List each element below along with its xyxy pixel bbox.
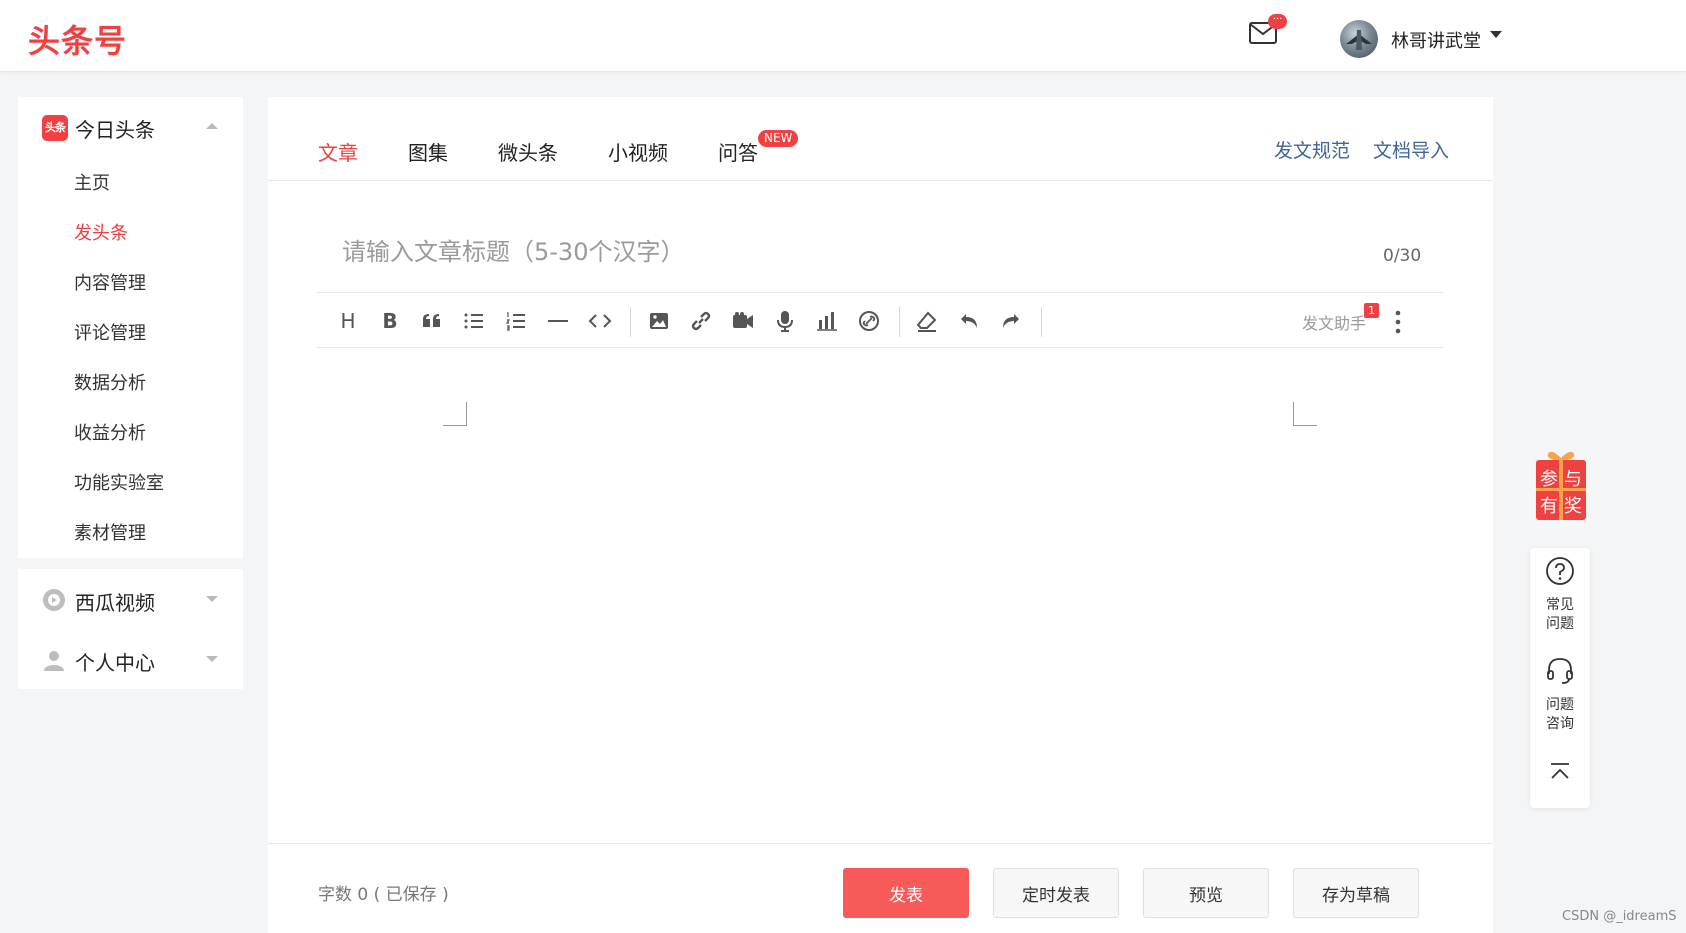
- redo-icon[interactable]: [999, 309, 1023, 333]
- chevron-down-icon[interactable]: [1490, 31, 1502, 38]
- gift-text: 奖: [1564, 496, 1582, 517]
- user-name[interactable]: 林哥讲武堂: [1391, 27, 1481, 53]
- undo-icon[interactable]: [957, 309, 981, 333]
- tab-short-video[interactable]: 小视频: [608, 137, 668, 166]
- consult-label[interactable]: 问题 咨询: [1530, 696, 1590, 734]
- sidebar-item-home[interactable]: 主页: [74, 169, 110, 195]
- preview-button[interactable]: 预览: [1143, 868, 1269, 918]
- video-icon[interactable]: [731, 309, 755, 333]
- sidebar-group-xigua[interactable]: 西瓜视频: [18, 580, 243, 620]
- mail-badge: ···: [1268, 14, 1287, 29]
- gift-promo[interactable]: 参 与 有 奖: [1534, 448, 1588, 522]
- sidebar-group-label: 个人中心: [75, 651, 155, 675]
- sidebar-group-toutiao[interactable]: 头条 今日头条: [18, 107, 243, 147]
- toolbar-divider: [899, 307, 900, 337]
- sidebar-item-content[interactable]: 内容管理: [74, 269, 146, 295]
- title-input[interactable]: [342, 232, 1302, 272]
- sidebar-item-material[interactable]: 素材管理: [74, 519, 146, 545]
- sidebar-main-group: 头条 今日头条 主页 发头条 内容管理 评论管理 数据分析 收益分析 功能实验室…: [18, 97, 243, 558]
- word-count-status: 字数 0 ( 已保存 ): [318, 885, 449, 905]
- toutiao-icon: 头条: [42, 115, 68, 141]
- new-badge: NEW: [758, 130, 799, 147]
- avatar-image: [1346, 30, 1372, 50]
- sidebar-group-personal[interactable]: 个人中心: [18, 640, 243, 680]
- schedule-publish-button[interactable]: 定时发表: [993, 868, 1119, 918]
- tab-qa[interactable]: 问答: [718, 137, 758, 166]
- quote-icon[interactable]: [420, 309, 444, 333]
- content-area-corner: [443, 402, 467, 426]
- headset-icon[interactable]: [1545, 656, 1575, 686]
- tab-micro-post[interactable]: 微头条: [498, 137, 558, 166]
- sidebar-item-publish[interactable]: 发头条: [74, 219, 128, 245]
- microphone-icon[interactable]: [773, 309, 797, 333]
- gift-text: 参: [1540, 469, 1558, 490]
- publish-button[interactable]: 发表: [843, 868, 969, 918]
- numbered-list-icon[interactable]: [504, 309, 528, 333]
- editor-footer: 字数 0 ( 已保存 ) 发表 定时发表 预览 存为草稿: [268, 843, 1493, 933]
- sidebar-secondary-group: 西瓜视频 个人中心: [18, 569, 243, 689]
- eraser-icon[interactable]: [915, 309, 939, 333]
- sidebar-group-label: 今日头条: [75, 118, 155, 142]
- help-panel: 常见 问题 问题 咨询: [1530, 548, 1590, 808]
- gift-text: 与: [1564, 469, 1582, 490]
- content-area-corner: [1293, 402, 1317, 426]
- editor-panel: 文章 图集 微头条 小视频 问答 NEW 发文规范 文档导入 0/30 H B: [268, 97, 1493, 933]
- assistant-badge: 1: [1364, 303, 1379, 318]
- image-icon[interactable]: [647, 309, 671, 333]
- code-icon[interactable]: [588, 309, 612, 333]
- publish-rules-link[interactable]: 发文规范: [1274, 136, 1350, 163]
- embed-link-icon[interactable]: [857, 309, 881, 333]
- tab-gallery[interactable]: 图集: [408, 137, 448, 166]
- top-bar: 头条号 ··· 林哥讲武堂: [0, 0, 1686, 72]
- content-type-tabs: 文章 图集 微头条 小视频 问答 NEW 发文规范 文档导入: [268, 97, 1493, 181]
- bullet-list-icon[interactable]: [462, 309, 486, 333]
- faq-label[interactable]: 常见 问题: [1530, 596, 1590, 634]
- editor-toolbar: H B 发文助手 1: [317, 292, 1443, 348]
- xigua-video-icon: [43, 589, 65, 611]
- chevron-up-icon: [206, 123, 218, 129]
- chevron-down-icon: [206, 656, 218, 662]
- divider-icon[interactable]: [546, 309, 570, 333]
- toolbar-divider: [1041, 307, 1042, 337]
- chevron-down-icon: [206, 596, 218, 602]
- sidebar-item-lab[interactable]: 功能实验室: [74, 469, 164, 495]
- tab-article[interactable]: 文章: [318, 137, 358, 166]
- watermark: CSDN @_idreamS: [1562, 909, 1677, 924]
- avatar[interactable]: [1340, 20, 1378, 58]
- sidebar-item-comments[interactable]: 评论管理: [74, 319, 146, 345]
- toolbar-divider: [630, 307, 631, 337]
- back-to-top-icon[interactable]: [1545, 758, 1575, 788]
- more-icon[interactable]: [1395, 309, 1401, 335]
- bold-button[interactable]: B: [378, 309, 402, 333]
- sidebar-item-income[interactable]: 收益分析: [74, 419, 146, 445]
- document-import-link[interactable]: 文档导入: [1373, 136, 1449, 163]
- question-icon[interactable]: [1545, 556, 1575, 586]
- title-char-count: 0/30: [1383, 246, 1422, 266]
- sidebar-item-data[interactable]: 数据分析: [74, 369, 146, 395]
- link-icon[interactable]: [689, 309, 713, 333]
- gift-text: 有: [1540, 496, 1558, 517]
- heading-button[interactable]: H: [336, 309, 360, 333]
- writing-assistant[interactable]: 发文助手: [1302, 310, 1366, 334]
- chart-icon[interactable]: [815, 309, 839, 333]
- logo[interactable]: 头条号: [28, 16, 127, 62]
- save-draft-button[interactable]: 存为草稿: [1293, 868, 1419, 918]
- sidebar-group-label: 西瓜视频: [75, 591, 155, 615]
- user-icon: [44, 651, 64, 671]
